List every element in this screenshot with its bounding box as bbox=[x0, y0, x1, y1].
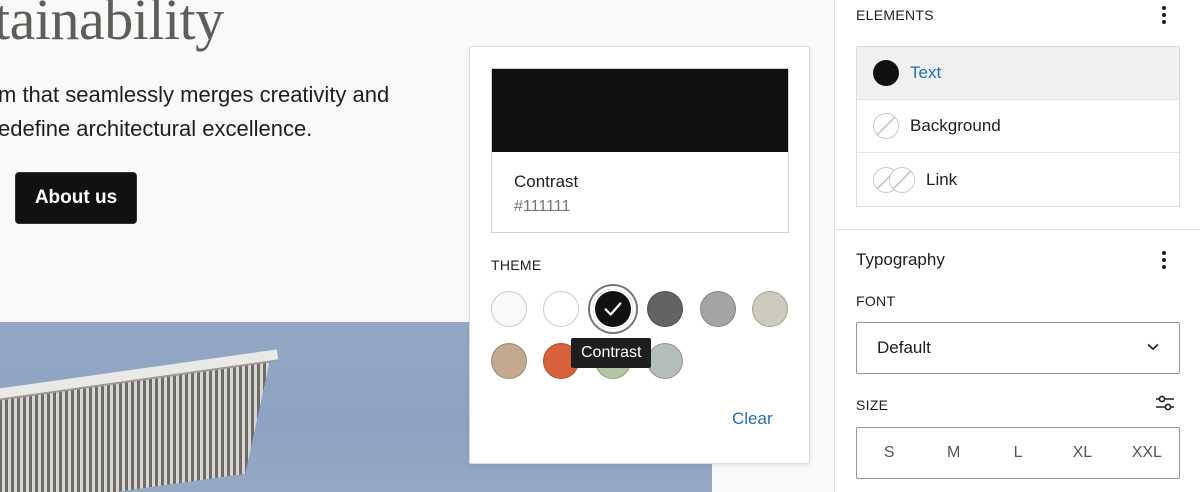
font-label: FONT bbox=[856, 293, 896, 309]
styles-sidebar: ELEMENTS Text Background Link Typography… bbox=[834, 0, 1200, 492]
font-size-option-s[interactable]: S bbox=[857, 428, 921, 478]
swatch-base[interactable] bbox=[491, 291, 527, 327]
element-item-label: Link bbox=[926, 169, 958, 189]
chevron-down-icon bbox=[1147, 343, 1159, 351]
selected-color-preview bbox=[492, 69, 788, 152]
swatch-accent-2[interactable] bbox=[491, 343, 527, 379]
element-item-label: Text bbox=[910, 63, 942, 82]
panel-divider bbox=[835, 229, 1200, 230]
typography-heading: Typography bbox=[856, 250, 945, 269]
font-size-option-xl[interactable]: XL bbox=[1050, 428, 1114, 478]
elements-list: Text Background Link bbox=[856, 46, 1180, 207]
about-us-button[interactable]: About us bbox=[15, 172, 137, 224]
swatch-contrast-2[interactable] bbox=[647, 291, 683, 327]
swatch-base-2[interactable] bbox=[543, 291, 579, 327]
element-item-text[interactable]: Text bbox=[857, 47, 1179, 100]
swatch-contrast[interactable] bbox=[590, 286, 636, 332]
typography-options-icon[interactable] bbox=[1161, 249, 1167, 271]
theme-palette-label: THEME bbox=[491, 257, 542, 273]
swatch-tooltip: Contrast bbox=[571, 338, 652, 368]
hero-paragraph-line-2: edefine architectural excellence. bbox=[0, 116, 313, 141]
hero-paragraph-line-1: m that seamlessly merges creativity and bbox=[0, 82, 390, 107]
selected-color-name: Contrast bbox=[514, 172, 579, 191]
check-icon bbox=[604, 302, 622, 316]
color-picker-popover: Contrast #111111 THEME Contrast Clear bbox=[469, 46, 810, 464]
swatch-accent[interactable] bbox=[752, 291, 788, 327]
hero-heading[interactable]: tainability bbox=[0, 0, 224, 53]
font-family-select[interactable]: Default bbox=[856, 322, 1180, 374]
font-size-option-xxl[interactable]: XXL bbox=[1115, 428, 1179, 478]
selected-color-card: Contrast #111111 bbox=[491, 68, 789, 233]
text-color-indicator-icon bbox=[873, 60, 899, 86]
element-item-link[interactable]: Link bbox=[857, 153, 1179, 206]
font-size-option-m[interactable]: M bbox=[921, 428, 985, 478]
swatch-accent-5[interactable] bbox=[647, 343, 683, 379]
background-color-indicator-icon bbox=[873, 113, 899, 139]
font-family-value: Default bbox=[877, 338, 931, 357]
size-label: SIZE bbox=[856, 397, 889, 413]
hero-paragraph[interactable]: m that seamlessly merges creativity and … bbox=[0, 78, 438, 146]
link-hover-swatch-icon bbox=[889, 166, 915, 193]
elements-options-icon[interactable] bbox=[1161, 4, 1167, 26]
link-color-indicator-icon bbox=[873, 166, 915, 193]
swatch-contrast-3[interactable] bbox=[700, 291, 736, 327]
font-size-toggle-group: S M L XL XXL bbox=[856, 427, 1180, 479]
selected-color-hex[interactable]: #111111 bbox=[514, 198, 570, 216]
clear-button[interactable]: Clear bbox=[732, 409, 773, 429]
building-facade bbox=[0, 360, 270, 492]
font-size-option-l[interactable]: L bbox=[986, 428, 1050, 478]
element-item-label: Background bbox=[910, 116, 1001, 135]
element-item-background[interactable]: Background bbox=[857, 100, 1179, 153]
elements-heading: ELEMENTS bbox=[856, 7, 934, 23]
custom-size-settings-icon[interactable] bbox=[1155, 393, 1175, 413]
